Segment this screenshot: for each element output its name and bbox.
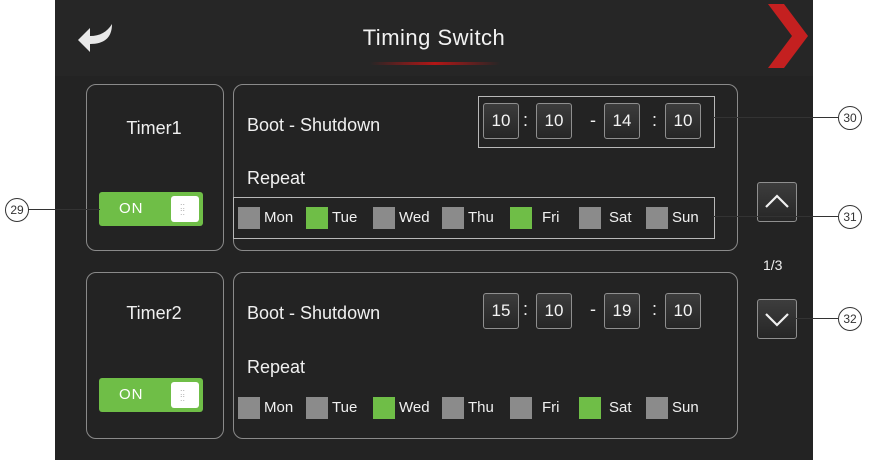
time-colon: : <box>652 110 658 130</box>
day-checkbox <box>373 207 395 229</box>
callout-line-29 <box>28 209 100 210</box>
day-label: Mon <box>264 209 294 226</box>
time-dash: - <box>590 110 596 130</box>
toggle-knob: :::: <box>171 382 199 408</box>
day-checkbox <box>510 397 532 419</box>
timer1-repeat-label: Repeat <box>247 168 306 188</box>
time-colon: : <box>523 110 529 130</box>
day-checkbox <box>646 207 668 229</box>
day-checkbox <box>442 397 464 419</box>
back-button[interactable] <box>74 18 120 58</box>
time-dash: - <box>590 299 596 319</box>
page-indicator: 1/3 <box>763 257 783 273</box>
day-checkbox <box>510 207 532 229</box>
day-checkbox <box>579 397 601 419</box>
timer1-start-hour[interactable]: 10 <box>483 103 519 139</box>
timer2-repeat-label: Repeat <box>247 357 306 377</box>
grip-icon: :::: <box>180 387 186 403</box>
callout-line-32 <box>795 318 838 319</box>
day-checkbox <box>646 397 668 419</box>
day-checkbox <box>442 207 464 229</box>
callout-30: 30 <box>838 106 862 130</box>
day-checkbox <box>238 207 260 229</box>
day-checkbox <box>306 207 328 229</box>
timer2-label-panel <box>86 272 224 439</box>
day-label: Mon <box>264 399 294 416</box>
day-label: Tue <box>332 399 358 416</box>
timer2-boot-shutdown-label: Boot - Shutdown <box>247 303 381 323</box>
day-label: Thu <box>468 399 494 416</box>
next-page-button[interactable] <box>764 4 808 68</box>
day-label: Tue <box>332 209 358 226</box>
timer1-label: Timer1 <box>126 118 182 138</box>
title-underline <box>370 62 500 65</box>
timer2-end-minute[interactable]: 10 <box>665 293 701 329</box>
day-checkbox <box>306 397 328 419</box>
day-label: Wed <box>399 209 430 226</box>
timer1-start-minute[interactable]: 10 <box>536 103 572 139</box>
toggle-label: ON <box>119 200 144 217</box>
timer1-end-hour[interactable]: 14 <box>604 103 640 139</box>
timer2-end-hour[interactable]: 19 <box>604 293 640 329</box>
day-label: Sat <box>609 209 632 226</box>
timer2-start-minute[interactable]: 10 <box>536 293 572 329</box>
day-checkbox <box>579 207 601 229</box>
timer2-start-hour[interactable]: 15 <box>483 293 519 329</box>
chevron-down-icon <box>765 313 789 327</box>
callout-line-31 <box>713 216 838 217</box>
page-down-button[interactable] <box>757 299 797 339</box>
timer1-toggle[interactable]: ON :::: <box>99 192 203 226</box>
back-arrow-icon <box>78 24 112 52</box>
toggle-label: ON <box>119 386 144 403</box>
toggle-knob: :::: <box>171 196 199 222</box>
day-label: Sun <box>672 399 699 416</box>
timer1-end-minute[interactable]: 10 <box>665 103 701 139</box>
timer2-label: Timer2 <box>126 303 182 323</box>
day-label: Wed <box>399 399 430 416</box>
timer1-boot-shutdown-label: Boot - Shutdown <box>247 115 381 135</box>
day-label: Fri <box>542 399 560 416</box>
day-checkbox <box>238 397 260 419</box>
day-label: Thu <box>468 209 494 226</box>
next-chevron-icon <box>768 4 808 68</box>
callout-line-30 <box>713 117 838 118</box>
day-label: Sun <box>672 209 699 226</box>
day-label: Sat <box>609 399 632 416</box>
callout-32: 32 <box>838 307 862 331</box>
time-colon: : <box>523 299 529 319</box>
day-label: Fri <box>542 209 560 226</box>
day-checkbox <box>373 397 395 419</box>
timer2-toggle[interactable]: ON :::: <box>99 378 203 412</box>
grip-icon: :::: <box>180 201 186 217</box>
callout-31: 31 <box>838 205 862 229</box>
time-colon: : <box>652 299 658 319</box>
callout-29: 29 <box>5 198 29 222</box>
